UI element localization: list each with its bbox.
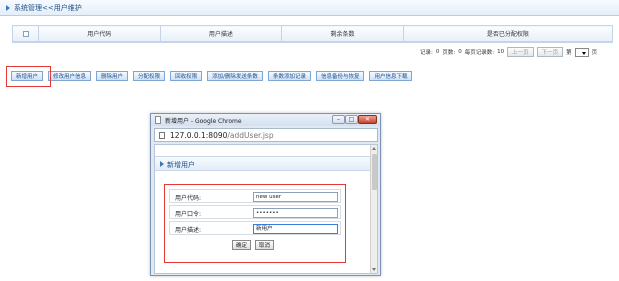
url-host: 127.0.0.1:8090 (170, 131, 228, 140)
scroll-up-icon[interactable] (372, 147, 376, 150)
records-label: 记录: (420, 50, 433, 56)
scroll-thumb[interactable] (372, 154, 377, 190)
count-history-button[interactable]: 条数添加记录 (267, 71, 311, 81)
scroll-down-icon[interactable] (372, 268, 376, 271)
column-header-permission[interactable]: 是否已分配权限 (403, 25, 614, 42)
page-icon (159, 132, 165, 139)
scrollbar[interactable] (370, 145, 377, 273)
popup-titlebar[interactable]: 新增用户 - Google Chrome – □ ✕ (151, 114, 380, 126)
column-header-user-desc[interactable]: 用户描述 (160, 25, 283, 42)
select-all-cell[interactable] (12, 25, 39, 42)
password-label: 用户口令: (175, 211, 202, 218)
edit-user-button[interactable]: 修改用户信息 (48, 71, 92, 81)
assign-permission-button[interactable]: 分配权限 (133, 71, 166, 81)
delete-user-button[interactable]: 删除用户 (96, 71, 129, 81)
column-header-user-code[interactable]: 用户代码 (38, 25, 161, 42)
page-suffix: 页 (591, 50, 598, 56)
action-toolbar: 新增用户 修改用户信息 删除用户 分配权限 回收权限 添加/删除发送条数 条数添… (11, 71, 413, 81)
adjust-send-count-button[interactable]: 添加/删除发送条数 (207, 71, 263, 81)
cancel-button[interactable]: 取消 (255, 240, 275, 250)
password-row: 用户口令: ••••••• (169, 205, 341, 219)
user-desc-row: 用户描述: 新用户 (169, 221, 341, 235)
user-desc-label: 用户描述: (175, 227, 202, 234)
pages-label: 页数: (442, 50, 456, 56)
per-page-count: 10 (497, 49, 505, 55)
download-user-info-button[interactable]: 用户信息下载 (369, 71, 413, 81)
user-code-label: 用户代码: (175, 195, 202, 202)
breadcrumb: 系统管理<<用户维护 (14, 4, 82, 12)
page-icon (155, 116, 161, 124)
pager: 记录: 0 页数: 0 每页记录数: 10 上一页 下一页 第 页 (420, 46, 597, 58)
page-select[interactable] (574, 47, 589, 57)
address-bar[interactable]: 127.0.0.1:8090/addUser.jsp (154, 128, 378, 142)
page-prefix: 第 (566, 50, 572, 56)
per-page-label: 每页记录数: (464, 50, 495, 56)
pages-count: 0 (458, 49, 462, 55)
records-count: 0 (435, 49, 440, 55)
user-desc-input[interactable]: 新用户 (253, 224, 338, 234)
form-buttons: 确定 取消 (232, 240, 275, 250)
password-input[interactable]: ••••••• (253, 208, 338, 218)
ok-button[interactable]: 确定 (232, 240, 252, 250)
add-user-highlight-box (6, 66, 51, 87)
next-page-button[interactable]: 下一页 (536, 47, 564, 57)
revoke-permission-button[interactable]: 回收权限 (170, 71, 203, 81)
column-header-remaining[interactable]: 剩余条数 (281, 25, 404, 42)
breadcrumb-bar: 系统管理<<用户维护 (0, 0, 619, 16)
table-divider (12, 42, 613, 43)
user-code-input[interactable]: new user (253, 192, 338, 202)
popup-title: 新增用户 - Google Chrome (165, 118, 242, 125)
prev-page-button[interactable]: 上一页 (507, 47, 534, 57)
close-button[interactable]: ✕ (358, 115, 377, 124)
popup-content: 新增用户 用户代码: new user 用户口令: ••••••• 用户描述: … (154, 144, 378, 274)
breadcrumb-arrow-icon (6, 5, 10, 11)
minimize-button[interactable]: – (332, 115, 345, 124)
section-arrow-icon (160, 161, 164, 167)
maximize-button[interactable]: □ (345, 115, 358, 124)
table-header-row: 用户代码 用户描述 剩余条数 是否已分配权限 (12, 25, 614, 42)
select-all-checkbox[interactable] (22, 30, 29, 37)
section-header: 新增用户 (155, 156, 371, 171)
user-table: 用户代码 用户描述 剩余条数 是否已分配权限 (12, 25, 614, 42)
user-code-row: 用户代码: new user (169, 189, 341, 203)
add-user-form: 用户代码: new user 用户口令: ••••••• 用户描述: 新用户 确… (164, 184, 346, 263)
add-user-popup-window: 新增用户 - Google Chrome – □ ✕ 127.0.0.1:809… (150, 113, 381, 276)
backup-restore-button[interactable]: 信息备份与恢复 (315, 71, 365, 81)
url-text[interactable]: 127.0.0.1:8090/addUser.jsp (170, 131, 274, 140)
section-title: 新增用户 (167, 161, 195, 169)
url-path: /addUser.jsp (227, 131, 274, 140)
